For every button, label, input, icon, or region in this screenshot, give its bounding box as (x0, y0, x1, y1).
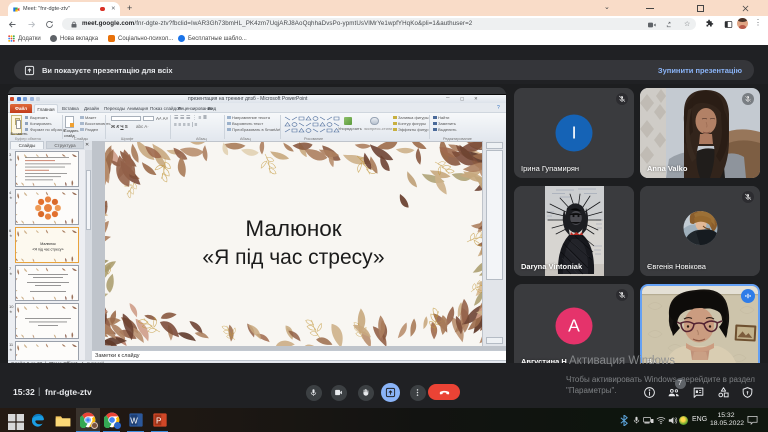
svg-text:Малюнок: Малюнок (40, 242, 56, 246)
svg-text:«Я під час стресу»: «Я під час стресу» (32, 248, 63, 252)
svg-text:P: P (156, 416, 161, 425)
svg-text:«Я під час стресу»: «Я під час стресу» (202, 246, 384, 269)
svg-text:W: W (130, 416, 138, 425)
svg-text:Малюнок: Малюнок (245, 216, 341, 241)
